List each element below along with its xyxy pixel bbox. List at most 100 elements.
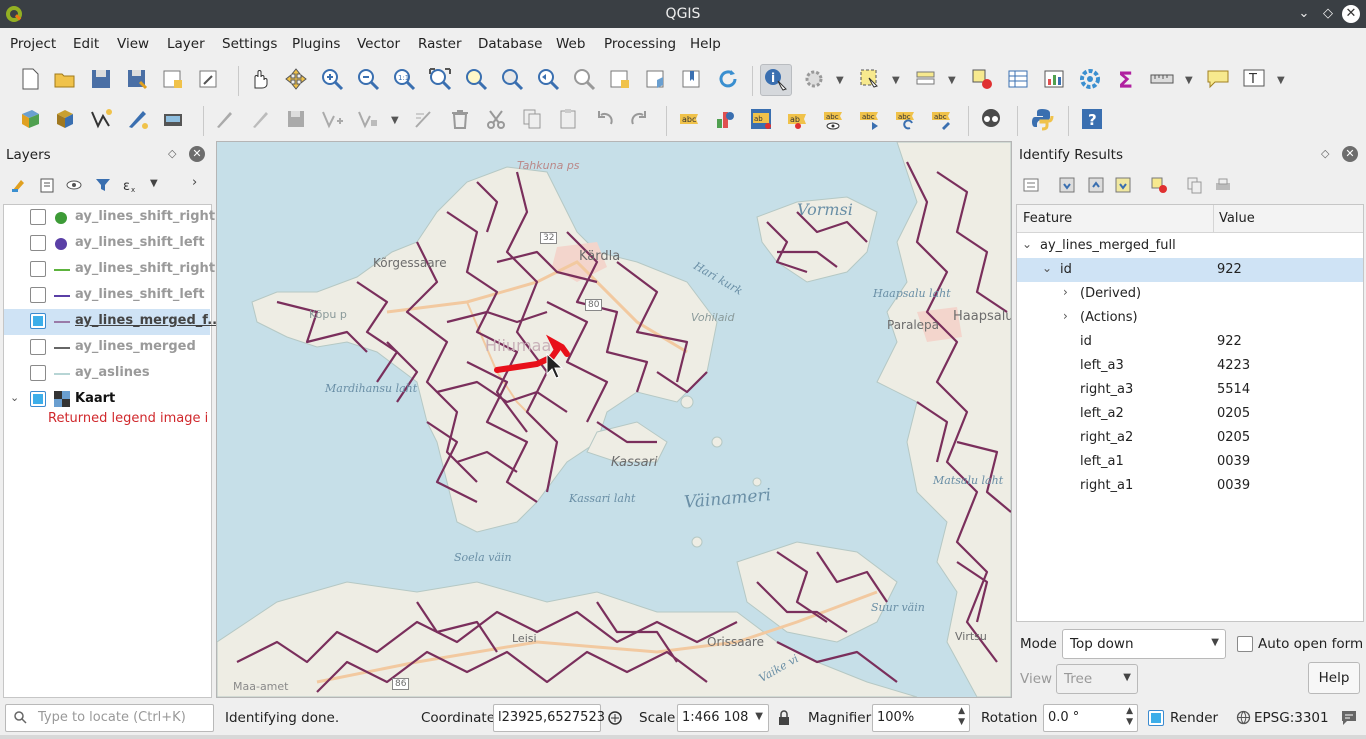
move-label-icon[interactable]: abc xyxy=(856,106,882,132)
chevron-down-icon[interactable]: ▼ xyxy=(1277,75,1287,86)
print-icon[interactable] xyxy=(1214,176,1232,194)
pan-hand-icon[interactable] xyxy=(247,66,273,92)
digitize-vertex-icon[interactable] xyxy=(88,106,114,132)
style-panel-icon[interactable] xyxy=(10,176,28,194)
sum-icon[interactable]: Σ xyxy=(1113,66,1139,92)
current-edits-icon[interactable] xyxy=(211,106,237,132)
chevron-down-icon[interactable]: ▼ xyxy=(1185,75,1195,86)
chevron-right-icon[interactable]: › xyxy=(1063,285,1068,299)
float-panel-icon[interactable]: ◇ xyxy=(1321,147,1329,160)
scale-combo[interactable]: 1:466 108 ▼ xyxy=(677,704,769,732)
save-edits-icon[interactable] xyxy=(283,106,309,132)
rotate-label-icon[interactable]: abc xyxy=(892,106,918,132)
layer-row-selected[interactable]: ay_lines_merged_f... xyxy=(4,309,222,335)
measure-icon[interactable] xyxy=(1149,66,1175,92)
collapse-all-icon[interactable] xyxy=(1087,176,1105,194)
layer-visibility-checkbox[interactable] xyxy=(30,365,46,381)
zoom-full-icon[interactable] xyxy=(427,66,453,92)
expand-new-results-icon[interactable] xyxy=(1114,176,1132,194)
tree-row-attribute[interactable]: left_a1 0039 xyxy=(1017,450,1363,474)
menu-project[interactable]: Project xyxy=(10,36,56,52)
new-geopackage-icon[interactable] xyxy=(52,106,78,132)
menu-vector[interactable]: Vector xyxy=(357,36,400,52)
bookmarks-icon[interactable] xyxy=(679,66,705,92)
menu-plugins[interactable]: Plugins xyxy=(292,36,340,52)
globe-icon[interactable] xyxy=(1236,710,1251,725)
tree-row-attribute[interactable]: right_a2 0205 xyxy=(1017,426,1363,450)
cut-features-icon[interactable] xyxy=(483,106,509,132)
add-feature-icon[interactable] xyxy=(319,106,345,132)
deselect-all-icon[interactable] xyxy=(969,66,995,92)
layer-row[interactable]: ay_aslines xyxy=(4,361,210,387)
copy-features-icon[interactable] xyxy=(519,106,545,132)
zoom-to-layer-icon[interactable] xyxy=(499,66,525,92)
filter-expression-icon[interactable]: εx xyxy=(121,176,139,194)
layout-manager-icon[interactable] xyxy=(196,66,222,92)
diagram-options-icon[interactable] xyxy=(712,106,738,132)
chevron-down-icon[interactable]: ⌄ xyxy=(10,391,19,404)
chevron-down-icon[interactable]: ▼ xyxy=(391,115,401,126)
expand-all-icon[interactable] xyxy=(1058,176,1076,194)
copy-feature-icon[interactable] xyxy=(1185,176,1203,194)
save-as-icon[interactable] xyxy=(124,66,150,92)
tree-row-attribute[interactable]: right_a1 0039 xyxy=(1017,474,1363,498)
show-hide-labels-icon[interactable]: abc xyxy=(820,106,846,132)
pan-to-selection-icon[interactable] xyxy=(283,66,309,92)
tree-row-attribute[interactable]: id 922 xyxy=(1017,330,1363,354)
label-toolbar-icon[interactable]: abc xyxy=(676,106,702,132)
menu-layer[interactable]: Layer xyxy=(167,36,205,52)
undo-icon[interactable] xyxy=(591,106,617,132)
zoom-in-icon[interactable] xyxy=(319,66,345,92)
tree-row-actions[interactable]: › (Actions) xyxy=(1017,306,1363,330)
coordinate-field[interactable]: l23925,6527523 xyxy=(493,704,605,732)
chevron-down-icon[interactable]: ⌄ xyxy=(1042,261,1052,275)
rotation-spinbox[interactable]: 0.0 ° ▲ ▼ xyxy=(1043,704,1138,732)
layer-group-row[interactable]: ⌄ Kaart xyxy=(4,387,210,413)
gps-device-icon[interactable] xyxy=(160,106,186,132)
magnifier-spinbox[interactable]: 100% ▲ ▼ xyxy=(872,704,970,732)
expand-tree-icon[interactable] xyxy=(1022,176,1040,194)
chevron-down-icon[interactable]: ▼ xyxy=(948,75,958,86)
chevron-down-icon[interactable]: ⌄ xyxy=(1022,237,1032,251)
add-group-icon[interactable] xyxy=(38,176,56,194)
menu-processing[interactable]: Processing xyxy=(604,36,676,52)
lock-scale-icon[interactable] xyxy=(777,710,791,726)
layer-row[interactable]: ay_lines_shift_left xyxy=(4,283,210,309)
map-canvas[interactable]: Vormsi Hari kurk Haapsalu laht Mardihans… xyxy=(216,141,1012,698)
highlight-pinned-labels-icon[interactable]: ab xyxy=(748,106,774,132)
select-by-value-icon[interactable] xyxy=(913,66,939,92)
run-feature-action-icon[interactable] xyxy=(801,66,827,92)
layer-row[interactable]: ay_lines_merged xyxy=(4,335,210,361)
redo-icon[interactable] xyxy=(627,106,653,132)
paste-features-icon[interactable] xyxy=(555,106,581,132)
menu-raster[interactable]: Raster xyxy=(418,36,462,52)
layer-row[interactable]: ay_lines_shift_left xyxy=(4,231,210,257)
zoom-to-selection-icon[interactable] xyxy=(463,66,489,92)
select-features-icon[interactable] xyxy=(857,66,883,92)
layer-visibility-checkbox[interactable] xyxy=(30,313,46,329)
close-window-icon[interactable]: ✕ xyxy=(1342,5,1360,23)
menu-view[interactable]: View xyxy=(117,36,149,52)
chevron-right-icon[interactable]: › xyxy=(192,175,197,190)
mode-select[interactable]: Top down ▼ xyxy=(1062,629,1226,659)
menu-edit[interactable]: Edit xyxy=(73,36,99,52)
column-header-value[interactable]: Value xyxy=(1219,211,1255,226)
close-layers-panel-icon[interactable]: ✕ xyxy=(189,146,205,162)
statistics-icon[interactable] xyxy=(1041,66,1067,92)
tree-row-attribute[interactable]: left_a2 0205 xyxy=(1017,402,1363,426)
chevron-down-icon[interactable]: ▼ xyxy=(892,75,902,86)
tree-row-attribute[interactable]: right_a3 5514 xyxy=(1017,378,1363,402)
spin-arrows-icon[interactable]: ▲ ▼ xyxy=(1126,706,1133,728)
save-project-icon[interactable] xyxy=(88,66,114,92)
map-tips-icon[interactable] xyxy=(1205,66,1231,92)
new-print-layout-icon[interactable] xyxy=(160,66,186,92)
new-project-icon[interactable] xyxy=(17,66,43,92)
chevron-right-icon[interactable]: › xyxy=(1063,309,1068,323)
processing-toolbox-icon[interactable] xyxy=(1077,66,1103,92)
extents-toggle-icon[interactable] xyxy=(607,710,623,726)
digitize-pen-icon[interactable] xyxy=(124,106,150,132)
tree-row-feature[interactable]: ⌄ id 922 xyxy=(1017,258,1363,282)
layer-visibility-checkbox[interactable] xyxy=(30,287,46,303)
layer-visibility-checkbox[interactable] xyxy=(30,261,46,277)
chevron-down-icon[interactable]: ▼ xyxy=(836,75,846,86)
